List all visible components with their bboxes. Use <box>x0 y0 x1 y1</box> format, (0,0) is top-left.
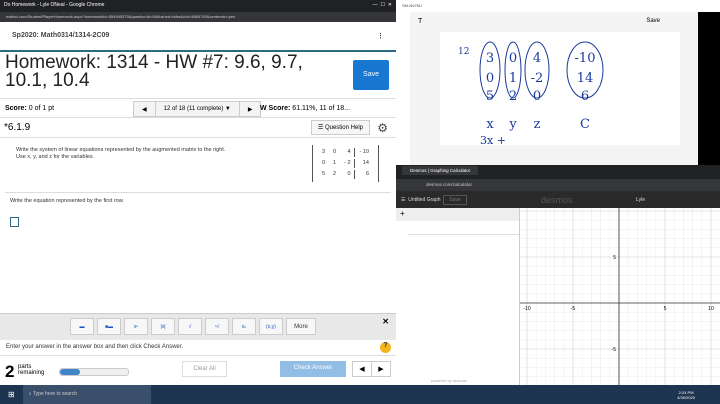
check-answer-button[interactable]: Check Answer <box>280 361 346 377</box>
handwriting-canvas[interactable]: 12 3 0 5 0 1 2 4 -2 0 -10 14 6 xyzC 3x + <box>440 32 680 147</box>
desmos-tab[interactable]: Desmos | Graphing Calculator <box>402 166 479 175</box>
hint-text: Enter your answer in the answer box and … <box>6 344 184 350</box>
score-bar: Score: 0 of 1 pt ◀ 12 of 18 (11 complete)… <box>0 98 396 118</box>
svg-text:14: 14 <box>577 71 594 86</box>
question-nav: ◀ 12 of 18 (11 complete) ▼ ▶ <box>133 101 262 117</box>
nth-root-button[interactable]: ⁿ√ <box>205 318 229 335</box>
page-title: Homework: 1314 - HW #7: 9.6, 9.7, 10.1, … <box>5 52 303 91</box>
prev-question-button[interactable]: ◀ <box>134 102 156 116</box>
expression-list: + powered by desmos <box>396 208 520 385</box>
clear-all-button[interactable]: Clear All <box>182 361 227 377</box>
more-button[interactable]: More <box>286 318 316 335</box>
svg-text:0: 0 <box>486 71 494 86</box>
augmented-matrix: 304- 10 01- 2 14 5206 <box>311 145 379 182</box>
parts-progress-bar <box>59 368 129 376</box>
math-palette: ▬ ■▬ xⁿ |x| √ ⁿ√ xₙ (x,y) More ✕ <box>0 313 396 340</box>
graph-title[interactable]: Untitled Graph <box>408 197 440 203</box>
expression-input[interactable] <box>408 221 519 235</box>
x-tick-label: -5 <box>571 306 576 312</box>
samsung-notes-window: SM-N975U T Save 12 3 0 5 0 1 2 4 -2 0 -10 14 6 xyzC… <box>396 0 720 165</box>
svg-text:0: 0 <box>509 51 517 66</box>
gear-icon[interactable]: ⚙ <box>377 121 388 135</box>
taskbar: ⊞ ⌕ Type here to search 2:24 PM 4/30/2020 <box>0 385 720 404</box>
course-header: Sp2020: Math0314/1314-2C09 ⋮ <box>0 22 396 52</box>
graph-paper[interactable]: -10 -5 5 10 5 -5 <box>520 208 720 385</box>
text-tool-icon[interactable]: T <box>418 18 422 25</box>
y-tick-label: 5 <box>613 255 616 261</box>
svg-text:4: 4 <box>533 51 541 66</box>
exponent-button[interactable]: xⁿ <box>124 318 148 335</box>
hint-bar: Enter your answer in the answer box and … <box>0 340 396 356</box>
svg-text:y: y <box>508 117 517 132</box>
kebab-menu-icon[interactable]: ⋮ <box>377 32 384 40</box>
window-title: Do Homework - Lyle ONeal - Google Chrome <box>4 2 105 8</box>
svg-text:5: 5 <box>486 89 494 104</box>
question-position: 12 of 18 (11 complete) <box>163 106 224 112</box>
x-tick-label: 10 <box>708 306 714 312</box>
svg-text:-2: -2 <box>531 71 544 86</box>
svg-text:C: C <box>580 117 590 132</box>
save-button[interactable]: Save <box>353 60 389 90</box>
window-controls[interactable]: — ☐ ✕ <box>373 2 392 10</box>
svg-text:x: x <box>486 117 494 132</box>
svg-text:z: z <box>534 117 541 132</box>
svg-text:0: 0 <box>533 89 541 104</box>
desmos-window: Desmos | Graphing Calculator desmos.com/… <box>396 165 720 385</box>
close-icon[interactable]: ✕ <box>382 317 389 326</box>
score-value: 0 of 1 pt <box>28 104 55 112</box>
clock-date: 4/30/2020 <box>677 394 695 400</box>
browser-titlebar: Do Homework - Lyle ONeal - Google Chrome… <box>0 0 396 12</box>
answer-footer: 2 parts remaining Clear All Check Answer … <box>0 356 396 385</box>
score-label: Score: <box>5 104 27 112</box>
answer-box[interactable] <box>10 217 19 227</box>
remaining-label: remaining <box>18 370 45 376</box>
desmos-address-bar[interactable]: desmos.com/calculator <box>396 179 720 191</box>
windows-start-icon[interactable]: ⊞ <box>8 390 15 399</box>
y-tick-label: -5 <box>612 347 617 353</box>
svg-text:3: 3 <box>486 51 494 66</box>
android-nav-bar <box>698 12 720 165</box>
x-tick-label: -10 <box>523 306 530 312</box>
fraction-button[interactable]: ▬ <box>70 318 94 335</box>
ordered-pair-button[interactable]: (x,y) <box>259 318 283 335</box>
svg-text:3x +: 3x + <box>480 134 506 145</box>
next-question-button[interactable]: ▶ <box>240 102 261 116</box>
svg-text:6: 6 <box>581 89 589 104</box>
question-select[interactable]: 12 of 18 (11 complete) ▼ <box>156 102 240 116</box>
question-help-button[interactable]: ☰ Question Help <box>310 120 370 135</box>
absolute-value-button[interactable]: |x| <box>151 318 175 335</box>
search-box[interactable]: ⌕ Type here to search <box>22 385 151 404</box>
desmos-save-button[interactable]: Save <box>443 194 467 205</box>
question-prompt: Write the equation represented by the fi… <box>10 198 124 204</box>
hw-row-label: 12 <box>458 47 469 57</box>
svg-text:2: 2 <box>509 89 517 104</box>
parts-count: 2 <box>5 362 15 381</box>
problem-statement: Write the system of linear equations rep… <box>5 138 391 193</box>
x-tick-label: 5 <box>664 306 667 312</box>
hw-score: W Score: 61.11%, 11 of 18... <box>260 104 351 112</box>
note-save-button[interactable]: Save <box>646 18 660 24</box>
subscript-button[interactable]: xₙ <box>232 318 256 335</box>
user-menu[interactable]: Lyle <box>636 197 645 203</box>
help-icon[interactable]: ? <box>380 342 391 353</box>
next-part-button[interactable]: ▶ <box>372 362 390 376</box>
course-name: Sp2020: Math0314/1314-2C09 <box>12 32 110 39</box>
prev-part-button[interactable]: ◀ <box>353 362 372 376</box>
address-bar[interactable]: mathxl.com/Student/PlayerHomework.aspx?h… <box>0 12 396 22</box>
powered-by-desmos: powered by desmos <box>431 378 467 383</box>
mixed-number-button[interactable]: ■▬ <box>97 318 121 335</box>
note-window-title: SM-N975U <box>402 3 422 8</box>
instruction-text: Write the system of linear equations rep… <box>16 147 226 160</box>
add-expression-button[interactable]: + <box>396 208 519 221</box>
sqrt-button[interactable]: √ <box>178 318 202 335</box>
desmos-logo: desmos <box>541 194 573 205</box>
question-id: *6.1.9 <box>4 122 31 133</box>
svg-text:1: 1 <box>509 71 517 86</box>
svg-text:-10: -10 <box>575 51 596 66</box>
